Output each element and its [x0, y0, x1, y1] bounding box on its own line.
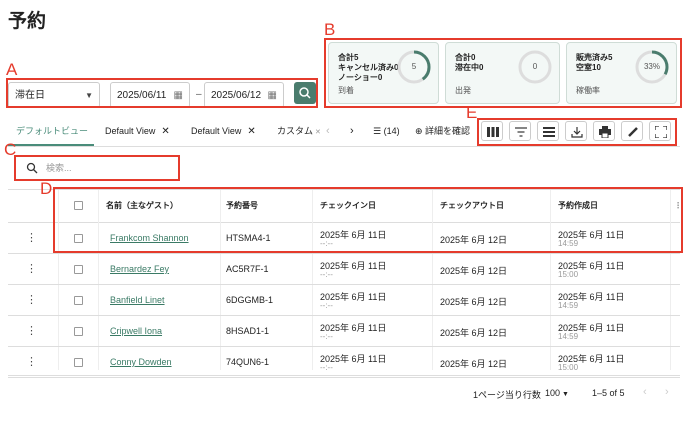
tab-label: カスタム — [277, 126, 314, 136]
guest-name-link[interactable]: Cripwell Iona — [110, 326, 162, 336]
created-time: 14:59 — [558, 332, 579, 341]
row-checkbox[interactable] — [74, 265, 83, 274]
row-menu-icon[interactable]: ⋮ — [26, 262, 37, 275]
annotation-label-a: A — [6, 60, 18, 79]
guest-name-link[interactable]: Conny Dowden — [110, 357, 172, 367]
row-divider — [8, 253, 680, 254]
row-checkbox[interactable] — [74, 358, 83, 367]
annotation-box-b — [324, 38, 682, 108]
created-time: 14:59 — [558, 301, 579, 310]
annotation-label-d: D — [40, 179, 53, 198]
row-menu-icon[interactable]: ⋮ — [26, 231, 37, 244]
tab-default-view-1[interactable]: Default View ✕ — [105, 116, 170, 146]
annotation-box-a — [6, 78, 318, 108]
page-title: 予約 — [8, 11, 47, 32]
caret-down-icon: ▼ — [560, 391, 569, 398]
tab-label: デフォルトビュー — [16, 126, 89, 136]
list-count-value: (14) — [383, 126, 400, 136]
details-button[interactable]: ⊕ 詳細を確認 — [415, 116, 470, 146]
created-time: 15:00 — [558, 363, 579, 372]
list-icon: ☰ — [373, 126, 384, 136]
checkout-date: 2025年 6月 12日 — [440, 266, 508, 276]
row-divider — [8, 346, 680, 347]
footer-divider — [8, 375, 680, 376]
annotation-box-e — [477, 118, 677, 146]
prev-page-icon[interactable]: ‹ — [643, 386, 647, 398]
row-checkbox[interactable] — [74, 327, 83, 336]
add-circle-icon: ⊕ — [415, 126, 426, 136]
guest-name-link[interactable]: Bernardez Fey — [110, 264, 169, 274]
details-label: 詳細を確認 — [425, 126, 471, 136]
reservation-number: AC5R7F-1 — [226, 264, 269, 274]
row-menu-icon[interactable]: ⋮ — [26, 355, 37, 368]
checkin-time: --:-- — [320, 301, 333, 310]
checkin-time: --:-- — [320, 363, 333, 372]
annotation-box-c — [14, 155, 180, 181]
tab-label: Default View — [191, 126, 242, 136]
tab-default-view-2[interactable]: Default View ✕ — [191, 116, 256, 146]
next-page-icon[interactable]: › — [665, 386, 669, 398]
tab-custom[interactable]: カスタム ✕ — [277, 116, 321, 146]
row-checkbox[interactable] — [74, 296, 83, 305]
checkout-date: 2025年 6月 12日 — [440, 328, 508, 338]
reservation-number: 6DGGMB-1 — [226, 295, 274, 305]
annotation-label-c: C — [4, 140, 17, 159]
row-divider — [8, 315, 680, 316]
rows-per-page-select[interactable]: 100 ▼ — [545, 388, 569, 398]
rows-per-page-label: 1ページ当り行数 — [473, 390, 541, 400]
pagination-range: 1–5 of 5 — [592, 388, 625, 398]
checkout-date: 2025年 6月 12日 — [440, 359, 508, 369]
checkin-time: --:-- — [320, 332, 333, 341]
chevron-right-icon[interactable]: › — [350, 116, 354, 146]
list-count[interactable]: ☰ (14) — [373, 116, 400, 146]
reservation-number: 74QUN6-1 — [226, 357, 270, 367]
close-icon[interactable]: ✕ — [161, 126, 169, 137]
close-icon[interactable]: ✕ — [247, 126, 255, 137]
rows-per-page-value: 100 — [545, 388, 561, 398]
guest-name-link[interactable]: Banfield Linet — [110, 295, 165, 305]
created-time: 15:00 — [558, 270, 579, 279]
row-divider — [8, 284, 680, 285]
annotation-box-d — [53, 187, 683, 253]
row-menu-icon[interactable]: ⋮ — [26, 293, 37, 306]
annotation-label-b: B — [324, 20, 336, 39]
chevron-left-icon[interactable]: ‹ — [326, 116, 330, 146]
row-menu-icon[interactable]: ⋮ — [26, 324, 37, 337]
annotation-label-e: E — [466, 103, 478, 122]
tab-default-view-ja[interactable]: デフォルトビュー — [8, 116, 94, 146]
tab-label: Default View — [105, 126, 156, 136]
reservation-number: 8HSAD1-1 — [226, 326, 270, 336]
checkin-time: --:-- — [320, 270, 333, 279]
checkout-date: 2025年 6月 12日 — [440, 297, 508, 307]
row-divider — [8, 377, 680, 378]
